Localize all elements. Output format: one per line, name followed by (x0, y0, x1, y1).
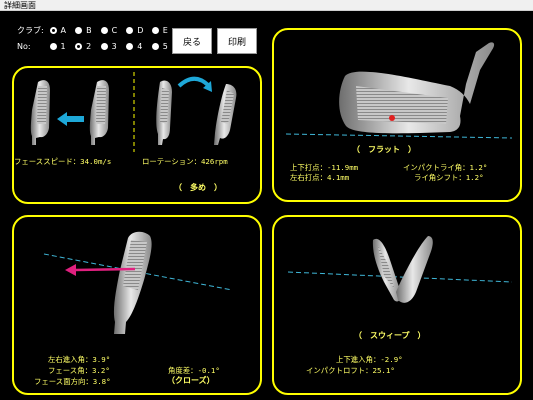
iron-head-side-view (372, 236, 433, 303)
attack-assessment: （ スウィープ ） (354, 331, 426, 340)
vertical-attack-text: 上下進入角：-2.9° (336, 355, 403, 364)
impact-loft-text: インパクトロフト：25.1° (306, 366, 395, 375)
attack-graphics (287, 236, 513, 303)
attack-reference-line (287, 271, 513, 283)
